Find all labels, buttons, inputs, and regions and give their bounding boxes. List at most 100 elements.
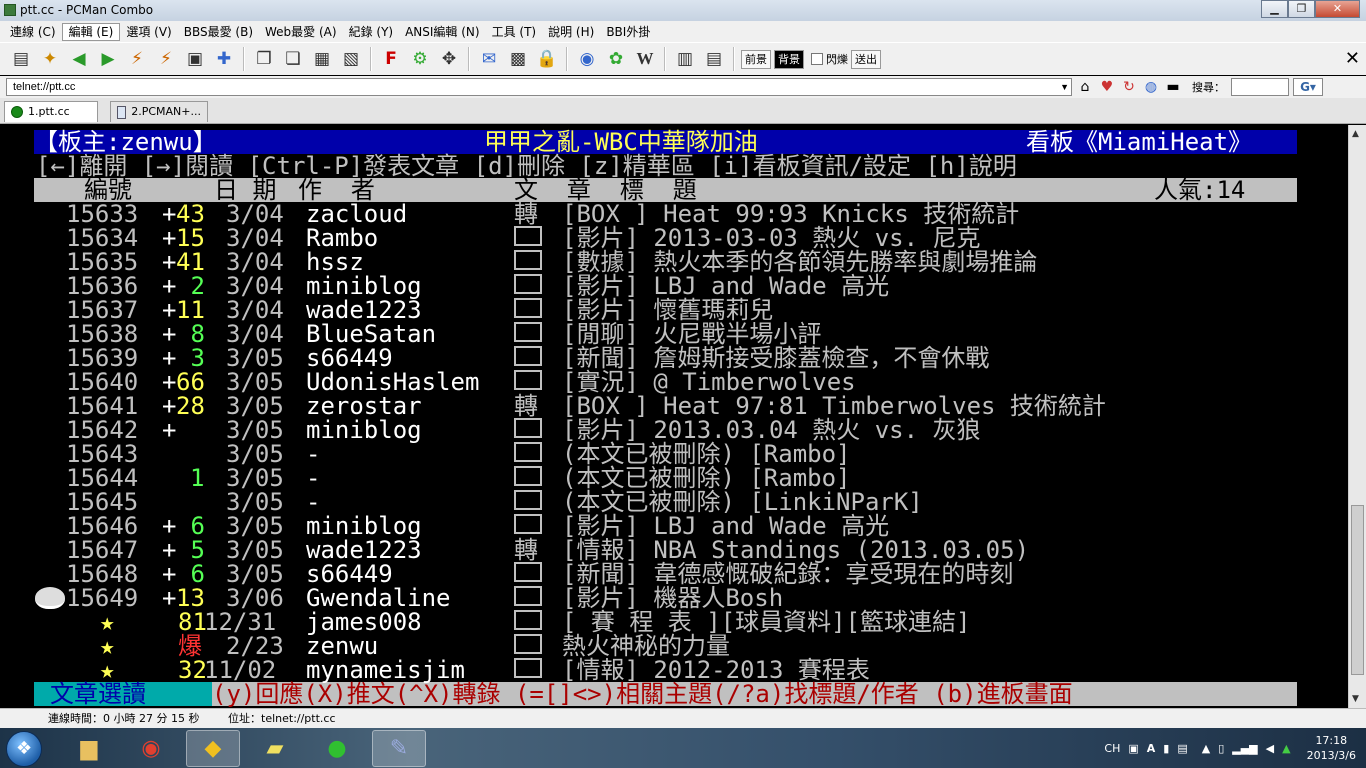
paint-taskbar-icon[interactable]: ✎ xyxy=(372,730,426,767)
drive-icon[interactable]: ▲ xyxy=(1282,742,1290,755)
foreground-color-button[interactable]: 前景 xyxy=(741,49,771,69)
post-row[interactable]: 15649+13+133/06Gwendaline□[影片] 機器人Bosh xyxy=(0,586,1348,610)
menu-tools[interactable]: 工具 (T) xyxy=(486,23,543,41)
post-row[interactable]: 1564413/05-□(本文已被刪除) [Rambo] xyxy=(0,466,1348,490)
post-row[interactable]: 15648+ 6+ 63/05s66449□[新聞] 韋德感慨破紀錄：享受現在的… xyxy=(0,562,1348,586)
close-button[interactable]: ✕ xyxy=(1315,0,1360,18)
post-row[interactable]: 15636+ 2+ 23/04miniblog□[影片] LBJ and Wad… xyxy=(0,274,1348,298)
minimize-button[interactable]: ▁ xyxy=(1261,0,1288,18)
maximize-button[interactable]: ❐ xyxy=(1288,0,1315,18)
paste-icon[interactable]: ❏ xyxy=(280,46,306,72)
menu-bbi-plugin[interactable]: BBI外掛 xyxy=(600,23,656,41)
lock-icon[interactable]: 🔒 xyxy=(534,46,560,72)
font-mode-icon[interactable]: A xyxy=(1147,742,1156,755)
google-search-icon[interactable]: G▾ xyxy=(1293,78,1323,96)
post-row[interactable]: 156453/05-□(本文已被刪除) [LinkiNParK] xyxy=(0,490,1348,514)
post-title: [影片] LBJ and Wade 高光 xyxy=(562,272,890,300)
new-connection-icon[interactable]: ✦ xyxy=(37,46,63,72)
blink-checkbox[interactable] xyxy=(811,53,823,65)
post-row[interactable]: 15634+15+153/04Rambo□[影片] 2013-03-03 熱火 … xyxy=(0,226,1348,250)
pin-icon[interactable]: ✚ xyxy=(211,46,237,72)
search-input[interactable] xyxy=(1231,78,1289,96)
menu-help[interactable]: 說明 (H) xyxy=(542,23,600,41)
tray-expand-icon[interactable]: ▲ xyxy=(1202,742,1210,755)
post-row[interactable]: 15638+ 8+ 83/04BlueSatan□[閒聊] 火尼戰半場小評 xyxy=(0,322,1348,346)
menu-web-favorites[interactable]: Web最愛 (A) xyxy=(259,23,343,41)
pinned-row[interactable]: ★爆2/23zenwu□熱火神秘的力量 xyxy=(0,634,1348,658)
dropdown-arrow-icon[interactable]: ▼ xyxy=(1060,79,1069,95)
tab-pcman[interactable]: 2.PCMAN+... xyxy=(110,101,208,122)
settings-gear-icon[interactable]: ⚙ xyxy=(407,46,433,72)
reconnect-all-icon[interactable]: ⚡ xyxy=(153,46,179,72)
post-row[interactable]: 15646+ 6+ 63/05miniblog□[影片] LBJ and Wad… xyxy=(0,514,1348,538)
post-row[interactable]: 156433/05-□(本文已被刪除) [Rambo] xyxy=(0,442,1348,466)
menu-log[interactable]: 紀錄 (Y) xyxy=(343,23,400,41)
scroll-up-icon[interactable]: ▲ xyxy=(1352,129,1359,139)
line-taskbar-icon[interactable]: ● xyxy=(310,730,364,767)
scroll-thumb[interactable] xyxy=(1351,505,1364,675)
tab-ptt[interactable]: 1.ptt.cc xyxy=(4,101,98,122)
post-row[interactable]: 15640+66+663/05UdonisHaslem□[實況] @ Timbe… xyxy=(0,370,1348,394)
post-row[interactable]: 15639+ 3+ 33/05s66449□[新聞] 詹姆斯接受膝蓋檢查，不會休… xyxy=(0,346,1348,370)
screen-icon[interactable]: ▬ xyxy=(1164,78,1182,96)
copy-icon[interactable]: ❐ xyxy=(251,46,277,72)
save-icon[interactable]: ▥ xyxy=(672,46,698,72)
disconnect-icon[interactable]: ▣ xyxy=(182,46,208,72)
menu-ansi-edit[interactable]: ANSI編輯 (N) xyxy=(399,23,486,41)
reconnect-icon[interactable]: ⚡ xyxy=(124,46,150,72)
scroll-down-icon[interactable]: ▼ xyxy=(1352,694,1359,704)
push-count: 1 xyxy=(190,464,205,492)
col-date: 日 期 xyxy=(214,176,277,204)
post-row[interactable]: 15637+11+113/04wade1223□[影片] 懷舊瑪莉兒 xyxy=(0,298,1348,322)
send-button[interactable]: 送出 xyxy=(851,49,881,69)
network-icon[interactable]: ▂▄▆ xyxy=(1232,742,1257,755)
search-web-icon[interactable]: ◉ xyxy=(574,46,600,72)
explorer-taskbar-icon[interactable]: ▆ xyxy=(62,730,116,767)
wikipedia-icon[interactable]: W xyxy=(632,46,658,72)
volume-icon[interactable]: ◀ xyxy=(1266,742,1274,755)
clock[interactable]: 17:18 2013/3/6 xyxy=(1307,733,1356,763)
ascii-art-icon[interactable]: ▩ xyxy=(505,46,531,72)
mail-icon[interactable]: ✉ xyxy=(476,46,502,72)
ime-mode-icon[interactable]: ▣ xyxy=(1128,742,1138,755)
forward-arrow-icon[interactable]: ▶ xyxy=(95,46,121,72)
ime-menu-icon[interactable]: ▤ xyxy=(1177,742,1187,755)
post-number: 15649 xyxy=(66,584,139,612)
home-icon[interactable]: ⌂ xyxy=(1076,78,1094,96)
favorites-icon[interactable]: ♥ xyxy=(1098,78,1116,96)
address-book-icon[interactable]: ▤ xyxy=(8,46,34,72)
resize-icon[interactable]: ✥ xyxy=(436,46,462,72)
pinned-row[interactable]: ★8112/31james008□[ 賽 程 表 ][球員資料][籃球連結] xyxy=(0,610,1348,634)
post-row[interactable]: 15641+28+283/05zerostar轉[BOX ] Heat 97:8… xyxy=(0,394,1348,418)
start-button[interactable]: ❖ xyxy=(6,731,42,767)
device-icon[interactable]: ▯ xyxy=(1218,742,1224,755)
terminal-scrollbar[interactable]: ▲ ▼ xyxy=(1348,125,1366,708)
close-panel-icon[interactable]: ✕ xyxy=(1345,48,1360,69)
address-input[interactable]: telnet://ptt.cc ▼ xyxy=(6,78,1072,96)
globe-icon[interactable]: ◍ xyxy=(1142,78,1160,96)
flower-icon[interactable]: ✿ xyxy=(603,46,629,72)
font-icon[interactable]: F xyxy=(378,46,404,72)
back-arrow-icon[interactable]: ◀ xyxy=(66,46,92,72)
pinned-row[interactable]: ★3211/02mynameisjim□[情報] 2012-2013 賽程表 xyxy=(0,658,1348,682)
post-row[interactable]: 15633+43+433/04zacloud轉[BOX ] Heat 99:93… xyxy=(0,202,1348,226)
menu-edit[interactable]: 編輯 (E) xyxy=(61,22,121,41)
chrome-taskbar-icon[interactable]: ◉ xyxy=(124,730,178,767)
menu-connection[interactable]: 連線 (C) xyxy=(4,23,62,41)
copy-ansi-icon[interactable]: ▦ xyxy=(309,46,335,72)
post-row[interactable]: 15635+41+413/04hssz□[數據] 熱火本季的各節領先勝率與劇場推… xyxy=(0,250,1348,274)
menu-options[interactable]: 選項 (V) xyxy=(120,23,177,41)
background-color-button[interactable]: 背景 xyxy=(774,49,804,69)
screenshot-icon[interactable]: ▧ xyxy=(338,46,364,72)
refresh-icon[interactable]: ↻ xyxy=(1120,78,1138,96)
post-row[interactable]: 15642++3/05miniblog□[影片] 2013.03.04 熱火 v… xyxy=(0,418,1348,442)
address-icon[interactable]: ▤ xyxy=(701,46,727,72)
ime-indicator[interactable]: CH xyxy=(1104,742,1120,755)
notes-taskbar-icon[interactable]: ▰ xyxy=(248,730,302,767)
menu-bbs-favorites[interactable]: BBS最愛 (B) xyxy=(178,23,259,41)
post-row[interactable]: 15647+ 5+ 53/05wade1223轉[情報] NBA Standin… xyxy=(0,538,1348,562)
unread-box-icon xyxy=(514,274,542,294)
terminal-screen[interactable]: 【板主:zenwu】 甲甲之亂-WBC中華隊加油 看板《MiamiHeat》 [… xyxy=(0,125,1348,708)
pcman-taskbar-icon[interactable]: ◆ xyxy=(186,730,240,767)
fullwidth-icon[interactable]: ▮ xyxy=(1163,742,1169,755)
